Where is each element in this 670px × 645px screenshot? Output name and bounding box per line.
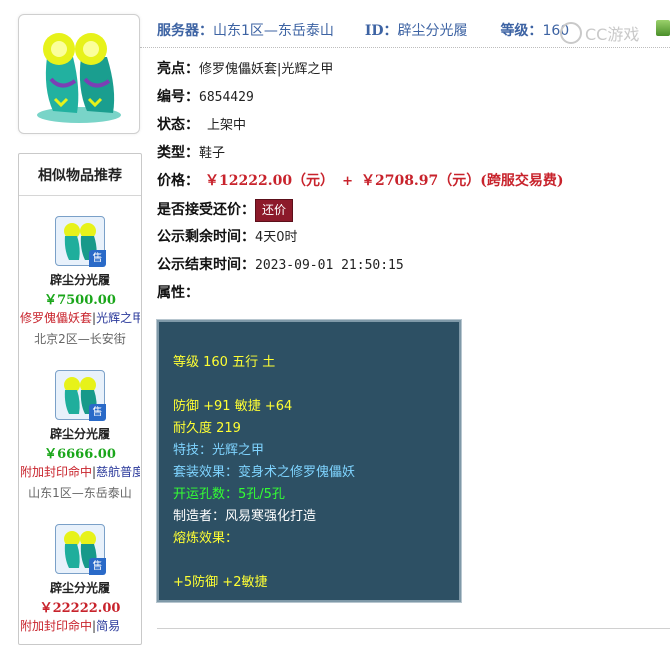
remaining-time-row: 公示剩余时间：4天0时: [157, 226, 298, 248]
counter-offer-row: 是否接受还价： 还价: [157, 199, 294, 222]
status-label: 状态：: [157, 117, 199, 133]
end-time-label: 公示结束时间：: [157, 257, 255, 273]
number-row: 编号：6854429: [157, 86, 254, 108]
number-value: 6854429: [199, 90, 254, 105]
similar-item-tags: 附加封印命中|慈航普度: [20, 465, 140, 479]
level-label: 等级：: [500, 23, 543, 39]
watermark: CC游戏: [560, 21, 639, 45]
sale-tag: 售: [89, 250, 106, 267]
similar-item-server: 北京2区—长安街: [34, 332, 126, 346]
similar-item-price: ￥7500.00: [44, 293, 116, 308]
status-row: 状态： 上架中: [157, 114, 246, 136]
similar-item-thumbnail[interactable]: 售: [55, 524, 106, 575]
boots-icon: [37, 33, 121, 123]
watermark-logo-icon: [560, 22, 582, 44]
similar-item-price: ￥22222.00: [39, 601, 121, 616]
attr-refine-label: 熔炼效果：: [173, 531, 239, 546]
type-row: 类型：鞋子: [157, 142, 225, 164]
highlight-tag-2: 光辉之甲: [281, 62, 334, 77]
attr-durability-line: 耐久度 219: [173, 421, 241, 436]
end-time-value: 2023-09-01 21:50:15: [255, 258, 404, 273]
attr-skill-line: 特技：光辉之甲: [173, 443, 265, 458]
highlight-row: 亮点：修罗傀儡妖套|光辉之甲: [157, 58, 333, 80]
sale-tag: 售: [89, 404, 106, 421]
type-label: 类型：: [157, 145, 199, 161]
corner-app-icon[interactable]: [656, 20, 670, 36]
end-time-row: 公示结束时间：2023-09-01 21:50:15: [157, 254, 404, 276]
price-label: 价格：: [157, 173, 199, 189]
counter-offer-button[interactable]: 还价: [255, 199, 294, 222]
attributes-label: 属性：: [157, 285, 199, 301]
number-label: 编号：: [157, 89, 199, 105]
similar-item-name[interactable]: 辟尘分光履: [19, 425, 141, 442]
id-label: ID：: [364, 23, 398, 39]
attributes-row: 属性：: [157, 282, 199, 304]
remaining-time-value: 4天0时: [255, 230, 298, 245]
similar-item-price: ￥6666.00: [44, 447, 116, 462]
status-value: 上架中: [207, 118, 247, 133]
sale-tag: 售: [89, 558, 106, 575]
similar-item-tags: 修罗傀儡妖套|光辉之甲: [20, 311, 140, 325]
similar-item-name[interactable]: 辟尘分光履: [19, 271, 141, 288]
header-divider: [140, 47, 670, 48]
attr-level-line: 等级 160 五行 土: [173, 355, 276, 370]
fee-value: ￥2708.97（元）(跨服交易费): [360, 173, 564, 189]
remaining-time-label: 公示剩余时间：: [157, 229, 255, 245]
counter-offer-label: 是否接受还价：: [157, 202, 255, 218]
price-row: 价格： ￥12222.00（元） + ￥2708.97（元）(跨服交易费): [157, 170, 564, 192]
server-label: 服务器：: [157, 23, 213, 39]
similar-item-thumbnail[interactable]: 售: [55, 216, 106, 267]
type-value: 鞋子: [199, 146, 226, 161]
sidebar-title: 相似物品推荐: [19, 154, 141, 196]
attributes-panel: 等级 160 五行 土 防御 +91 敏捷 +64 耐久度 219 特技：光辉之…: [156, 319, 462, 603]
similar-item-name[interactable]: 辟尘分光履: [19, 579, 141, 596]
id-value: 辟尘分光履: [397, 23, 468, 39]
attr-set-line: 套装效果：变身术之修罗傀儡妖: [173, 465, 356, 480]
attr-maker-line: 制造者：风易寒强化打造: [173, 509, 317, 524]
highlight-label: 亮点：: [157, 61, 199, 77]
price-plus: +: [342, 174, 353, 189]
similar-item-server: 山东1区—东岳泰山: [28, 486, 132, 500]
price-value: ￥12222.00（元）: [205, 173, 335, 189]
attr-holes-line: 开运孔数：5孔/5孔: [173, 487, 285, 502]
attr-refine-line: +5防御 +2敏捷: [173, 575, 268, 590]
bottom-divider: [157, 628, 670, 629]
similar-item-tags: 附加封印命中|简易: [20, 619, 121, 633]
item-image: [18, 14, 140, 134]
server-value: 山东1区—东岳泰山: [213, 23, 334, 39]
similar-item-thumbnail[interactable]: 售: [55, 370, 106, 421]
highlight-tag-1: 修罗傀儡妖套: [199, 62, 278, 77]
attr-stats-line: 防御 +91 敏捷 +64: [173, 399, 293, 414]
similar-items-sidebar: 相似物品推荐 售 辟尘分光履 ￥7500.00 修罗傀儡妖套|光辉之甲 北京2区…: [18, 153, 142, 645]
